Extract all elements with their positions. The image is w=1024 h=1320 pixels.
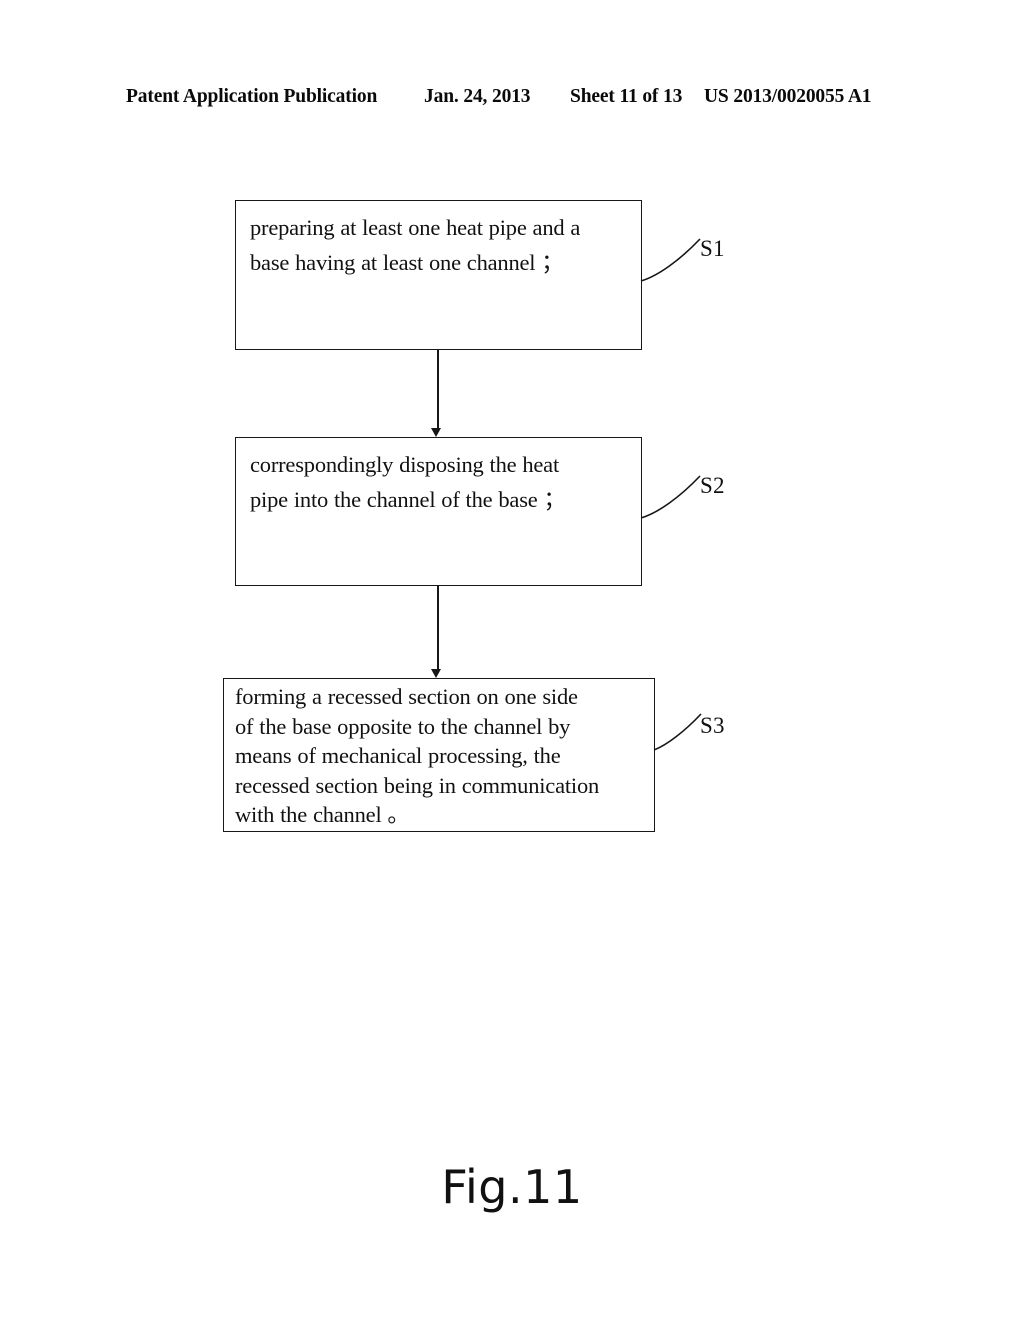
flowchart-step-text-s1: preparing at least one heat pipe and a b…	[250, 215, 581, 275]
flowchart-step-text-s2: correspondingly disposing the heat pipe …	[250, 452, 566, 512]
flowchart-step-box-s2: correspondingly disposing the heat pipe …	[235, 437, 642, 586]
flowchart-connector-s1-s2	[437, 350, 439, 432]
flowchart-step-box-s1: preparing at least one heat pipe and a b…	[235, 200, 642, 350]
flowchart-connector-s2-s3	[437, 586, 439, 673]
flowchart-step-label-s1: S1	[700, 236, 725, 261]
flowchart-arrowhead-s1-s2	[431, 428, 441, 437]
flowchart-step-label-s2: S2	[700, 473, 725, 498]
flowchart-diagram: preparing at least one heat pipe and a b…	[0, 0, 1024, 1320]
flowchart-arrowhead-s2-s3	[431, 669, 441, 678]
flowchart-step-label-s3: S3	[700, 713, 725, 738]
flowchart-step-box-s3: forming a recessed section on one side o…	[223, 678, 655, 832]
figure-caption: Fig.11	[441, 1160, 583, 1214]
flowchart-step-text-s3: forming a recessed section on one side o…	[235, 684, 600, 827]
